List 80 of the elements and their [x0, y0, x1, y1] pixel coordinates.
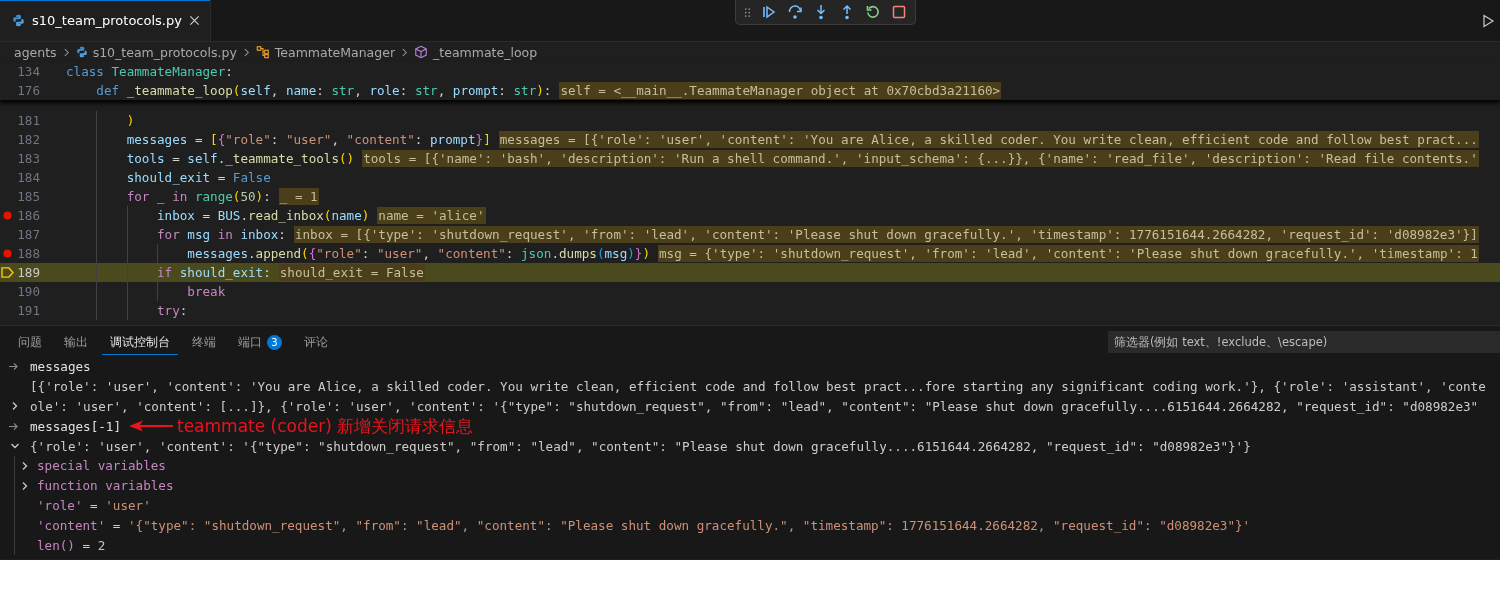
code-line: should_exit = False — [125, 170, 271, 185]
inline-value: tools = [{'name': 'bash', 'description': 'Run a shell command.', 'input_schema': {...}}, {'name': 'read_file', 'description': 'Read file contents.' — [362, 150, 1479, 167]
variable-group[interactable]: special variables — [37, 458, 166, 474]
code-line: messages = [{"role": "user", "content": prompt}] — [125, 132, 491, 147]
variable-group[interactable]: function variables — [37, 478, 174, 494]
inline-value: msg = {'type': 'shutdown_request', 'from': 'lead', 'content': 'Please shut down gracefully.', 'timestamp': 1 — [658, 245, 1479, 262]
console-output: {'role': 'user', 'content': '{"type": "shutdown_request", "from": "lead", "content": "Please shut down gracefully....6151644.2664282, "request_id": "d08982e3"}'} — [30, 438, 1251, 454]
line-number: 188 — [17, 246, 40, 261]
restart-icon[interactable] — [865, 4, 881, 20]
command-text: messages — [30, 359, 91, 375]
inline-value: name = 'alice' — [377, 207, 486, 224]
panel-tab[interactable]: 端口 3 — [230, 328, 290, 355]
line-number: 182 — [17, 132, 40, 147]
line-number: 186 — [17, 208, 40, 223]
chevron-right-icon[interactable] — [20, 460, 30, 471]
annotation-text: teammate (coder) 新增关闭请求信息 — [177, 414, 474, 438]
code-line: if should_exit: — [156, 265, 271, 280]
input-arrow-icon — [8, 421, 19, 431]
line-number: 176 — [17, 83, 40, 98]
line-number: 190 — [17, 284, 40, 299]
panel-tab[interactable]: 输出 — [56, 328, 96, 355]
line-number: 134 — [17, 64, 40, 79]
code-line: inbox = BUS.read_inbox(name) — [156, 208, 370, 223]
breakpoint-icon[interactable] — [3, 249, 12, 258]
run-icon[interactable] — [1480, 12, 1496, 29]
variable-entry: 'content' = '{"type": "shutdown_request", "from": "lead", "content": "Please shut down gracefully.", "timestamp": 1776151644.2664282, "request_id": "d08982e3"}' — [37, 517, 1251, 533]
code-line: tools = self._teammate_tools() — [125, 151, 355, 166]
console-output: [{'role': 'user', 'content': 'You are Alice, a skilled coder. You write clean, efficient code and follow best pract...fore starting any significant coding work.'}, {'role': 'assistant', 'conte — [30, 379, 1486, 395]
code-line: ) — [125, 113, 135, 128]
inline-value: self = <__main__.TeammateManager object at 0x70cbd3a21160> — [559, 82, 1002, 99]
inline-value: should_exit = False — [278, 264, 425, 281]
panel-tab[interactable]: 问题 — [10, 328, 50, 355]
variable-entry: len() = 2 — [37, 537, 106, 553]
filter-field[interactable]: 筛选器(例如 text、!exclude、\escape) — [1108, 330, 1500, 353]
method-cube-icon — [414, 45, 429, 59]
chevron-right-icon — [401, 46, 409, 58]
panel-tab[interactable]: 评论 — [296, 328, 336, 355]
inline-value: inbox = [{'type': 'shutdown_request', 'from': 'lead', 'content': 'Please shut down gracefully.', 'timestamp': 1776151644.2664282, 'request_id': 'd08982e3'}] — [293, 226, 1479, 243]
variable-entry: 'role' = 'user' — [37, 497, 151, 513]
panel-tab[interactable]: 终端 — [184, 328, 224, 355]
code-line: try: — [156, 303, 188, 318]
breadcrumb-item[interactable]: _teammate_loop — [433, 44, 538, 60]
python-file-icon — [12, 14, 25, 27]
console-output: ole': 'user', 'content': [...]}, {'role': 'user', 'content': '{"type": "shutdown_request", "from": "lead", "content": "Please shut down gracefully....6151644.2664282, "request_id": "d08982e3" — [30, 399, 1479, 414]
chevron-right-icon — [62, 46, 70, 58]
breadcrumb-item[interactable]: s10_team_protocols.py — [92, 44, 237, 60]
count-badge: 3 — [267, 334, 282, 350]
command-text: messages[-1] — [30, 418, 121, 434]
breakpoint-icon[interactable] — [3, 211, 12, 220]
code-line: messages.append({"role": "user", "content": json.dumps(msg)}) — [186, 246, 650, 261]
code-line: for msg in inbox: — [156, 227, 286, 242]
close-icon[interactable] — [188, 15, 200, 26]
stop-icon[interactable] — [891, 4, 907, 20]
line-number: 183 — [17, 151, 40, 166]
line-number: 184 — [17, 170, 40, 185]
panel-tab[interactable]: 调试控制台 — [102, 328, 178, 355]
inline-value: messages = [{'role': 'user', 'content': 'You are Alice, a skilled coder. You write clean, efficient code and follow best pract... — [498, 131, 1479, 148]
inline-value: _ = 1 — [278, 188, 319, 205]
line-number: 181 — [17, 113, 40, 128]
code-line: class TeammateManager: — [66, 64, 233, 79]
grip-icon[interactable] — [744, 6, 751, 18]
annotation-arrow — [129, 419, 173, 434]
continue-icon[interactable] — [761, 4, 777, 20]
line-number: 187 — [17, 227, 40, 242]
line-number: 191 — [17, 303, 40, 318]
editor-tab[interactable]: s10_team_protocols.py — [0, 0, 211, 41]
breadcrumb-item[interactable]: TeammateManager — [274, 44, 396, 60]
class-icon — [255, 45, 270, 59]
code-line: def _teammate_loop(self, name: str, role: str, prompt: str): — [95, 83, 552, 98]
chevron-right-icon — [242, 46, 250, 58]
input-arrow-icon — [8, 362, 19, 372]
line-number: 189 — [17, 265, 40, 280]
code-line: break — [186, 284, 226, 299]
code-line: for _ in range(50): — [125, 189, 271, 204]
breadcrumb-item[interactable]: agents — [14, 44, 57, 60]
chevron-right-icon[interactable] — [10, 401, 20, 412]
chevron-right-icon[interactable] — [20, 480, 30, 491]
step-over-icon[interactable] — [787, 4, 803, 20]
python-file-icon — [75, 46, 88, 58]
line-number: 185 — [17, 189, 40, 204]
